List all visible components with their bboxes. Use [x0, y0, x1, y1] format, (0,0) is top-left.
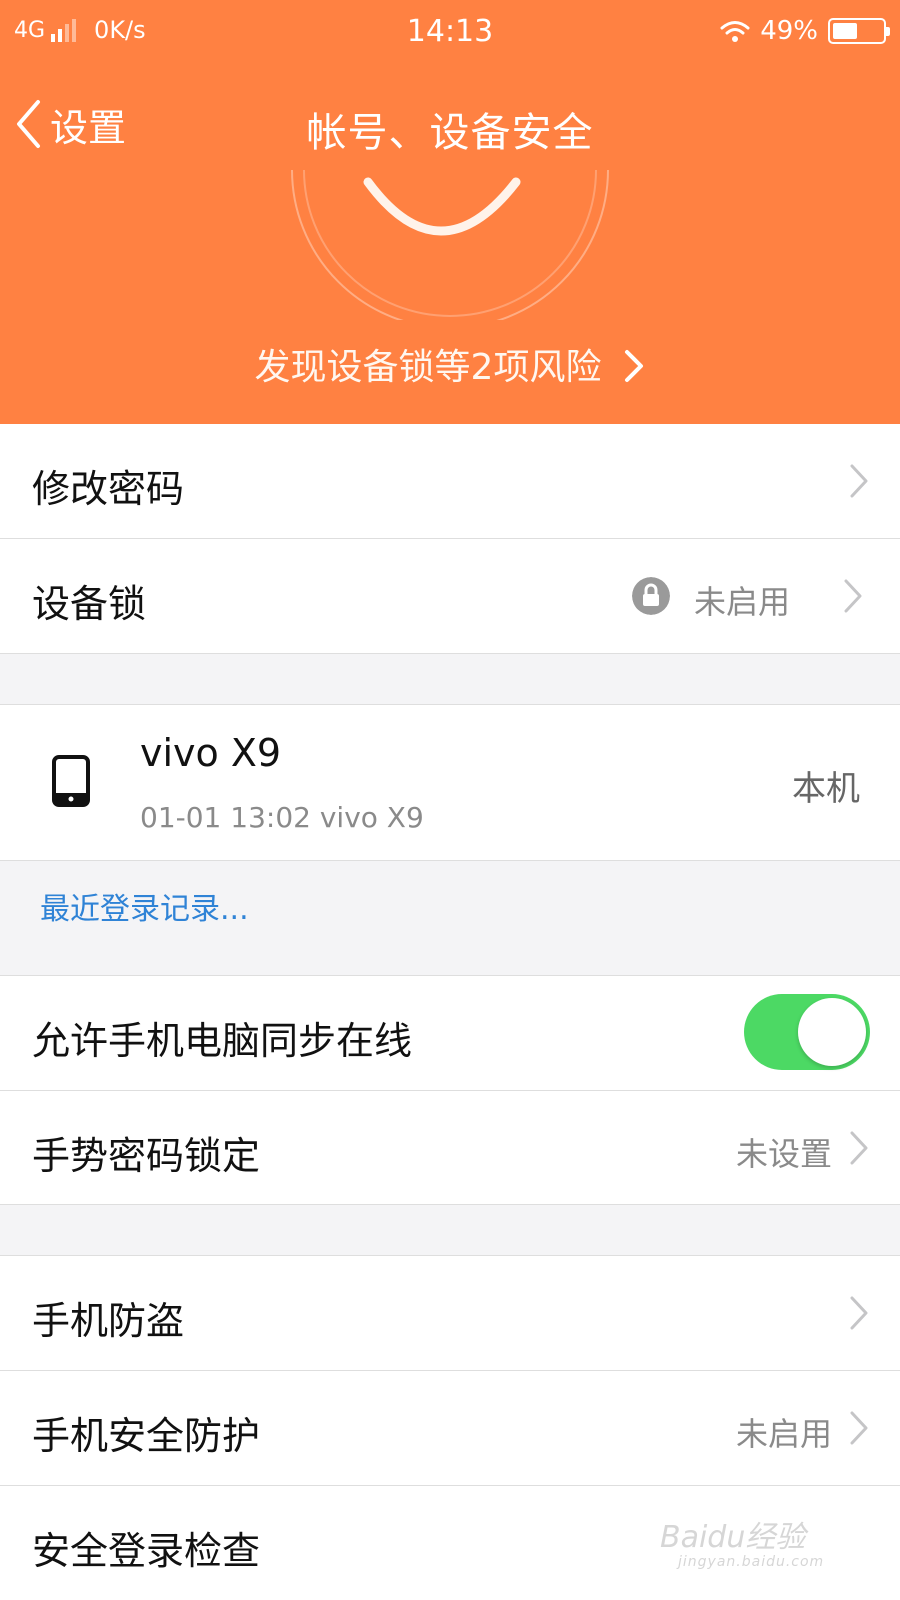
current-device-tag: 本机 — [792, 769, 860, 809]
device-login-detail: 01-01 13:02 vivo X9 — [140, 801, 424, 834]
recent-login-link[interactable]: 最近登录记录... — [40, 884, 249, 928]
security-protect-label: 手机安全防护 — [32, 1414, 261, 1458]
security-protect-status: 未启用 — [736, 1415, 833, 1453]
gesture-lock-status: 未设置 — [736, 1135, 833, 1173]
chevron-right-icon — [850, 1411, 868, 1445]
phone-icon — [52, 755, 90, 807]
device-lock-status: 未启用 — [694, 583, 791, 621]
gesture-lock-row[interactable]: 手势密码锁定 未设置 — [0, 1091, 900, 1204]
security-status-gauge — [291, 170, 609, 320]
current-device-row[interactable]: vivo X9 01-01 13:02 vivo X9 本机 — [0, 705, 900, 860]
anti-theft-row[interactable]: 手机防盗 — [0, 1256, 900, 1370]
gesture-lock-label: 手势密码锁定 — [32, 1134, 261, 1178]
chevron-right-icon — [625, 350, 644, 382]
nav-bar: 设置 帐号、设备安全 — [0, 88, 900, 160]
chevron-right-icon — [850, 1296, 868, 1330]
divider — [0, 653, 900, 654]
chevron-right-icon — [844, 579, 862, 613]
sync-online-row: 允许手机电脑同步在线 — [0, 976, 900, 1090]
watermark-main-text: Baidu经验 — [660, 1520, 806, 1555]
battery-icon — [828, 18, 890, 44]
status-right: 49% — [720, 16, 890, 46]
chevron-right-icon — [850, 464, 868, 498]
sync-online-toggle[interactable] — [744, 994, 870, 1070]
wifi-icon — [720, 21, 750, 42]
sync-online-label: 允许手机电脑同步在线 — [32, 1019, 413, 1063]
battery-percent: 49% — [760, 16, 818, 46]
change-password-label: 修改密码 — [32, 467, 185, 511]
baidu-watermark-logo: Baidu经验 jingyan.baidu.com — [650, 1504, 850, 1576]
risk-text: 发现设备锁等2项风险 — [254, 347, 602, 388]
device-lock-label: 设备锁 — [32, 582, 147, 626]
risk-warning-link[interactable]: 发现设备锁等2项风险 — [0, 338, 900, 390]
status-bar: 4G 0K/s 14:13 49% — [0, 0, 900, 62]
login-check-label: 安全登录检查 — [32, 1529, 261, 1573]
security-header: 4G 0K/s 14:13 49% 设置 帐号、设备安全 发现设备锁等2项风险 — [0, 0, 900, 424]
chevron-right-icon — [850, 1131, 868, 1165]
device-lock-row[interactable]: 设备锁 未启用 — [0, 539, 900, 653]
toggle-knob — [798, 998, 866, 1066]
divider — [0, 1204, 900, 1205]
change-password-row[interactable]: 修改密码 — [0, 424, 900, 538]
page-title: 帐号、设备安全 — [306, 110, 594, 156]
divider — [0, 860, 900, 861]
security-protect-row[interactable]: 手机安全防护 未启用 — [0, 1371, 900, 1485]
device-name: vivo X9 — [140, 731, 282, 775]
watermark-sub-text: jingyan.baidu.com — [678, 1554, 825, 1570]
anti-theft-label: 手机防盗 — [32, 1299, 185, 1343]
lock-icon — [632, 577, 670, 615]
